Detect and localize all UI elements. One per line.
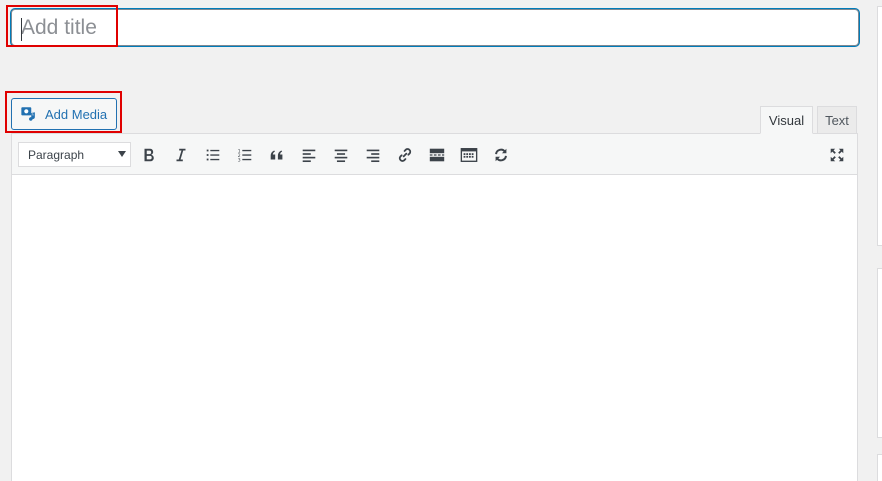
svg-text:3: 3 [238,157,241,163]
link-icon [398,148,412,162]
sidebar-panel-bottom [877,454,882,481]
add-media-button[interactable]: Add Media [11,98,117,130]
tab-visual[interactable]: Visual [760,106,813,134]
align-center-icon [334,149,348,163]
read-more-button[interactable] [426,144,448,166]
align-left-icon [302,149,316,163]
editor-content-area[interactable] [12,175,857,481]
tab-text-label: Text [825,112,849,128]
read-more-icon [429,148,445,162]
toolbar-toggle-icon [460,148,478,162]
title-input[interactable] [12,10,858,45]
align-left-button[interactable] [298,144,320,166]
fullscreen-button[interactable] [826,144,848,166]
align-right-icon [366,149,380,163]
fullscreen-icon [830,148,844,162]
toolbar-toggle-button[interactable] [458,144,480,166]
chevron-down-icon [118,151,126,157]
tab-text[interactable]: Text [817,106,857,134]
link-button[interactable] [394,144,416,166]
media-icon [21,107,35,121]
format-select[interactable]: Paragraph [18,142,131,167]
editor-container: Paragraph 123 [11,133,858,481]
italic-button[interactable] [170,144,192,166]
format-select-value: Paragraph [28,147,85,162]
bold-icon [144,148,154,162]
blockquote-icon [270,150,283,160]
undo-redo-button[interactable] [490,144,512,166]
italic-icon [176,148,186,162]
editor-toolbar: Paragraph 123 [12,134,857,175]
undo-redo-icon [495,148,507,162]
bulleted-list-icon [206,149,220,161]
numbered-list-icon: 123 [238,148,252,163]
blockquote-button[interactable] [266,144,288,166]
tab-visual-label: Visual [768,112,805,128]
text-caret [21,18,22,41]
align-center-button[interactable] [330,144,352,166]
bulleted-list-button[interactable] [202,144,224,166]
bold-button[interactable] [138,144,160,166]
numbered-list-button[interactable]: 123 [234,144,256,166]
sidebar-panel-top [877,6,882,246]
align-right-button[interactable] [362,144,384,166]
sidebar-panel-middle [877,268,882,438]
add-media-label: Add Media [45,106,108,122]
title-field-wrapper [11,9,859,46]
